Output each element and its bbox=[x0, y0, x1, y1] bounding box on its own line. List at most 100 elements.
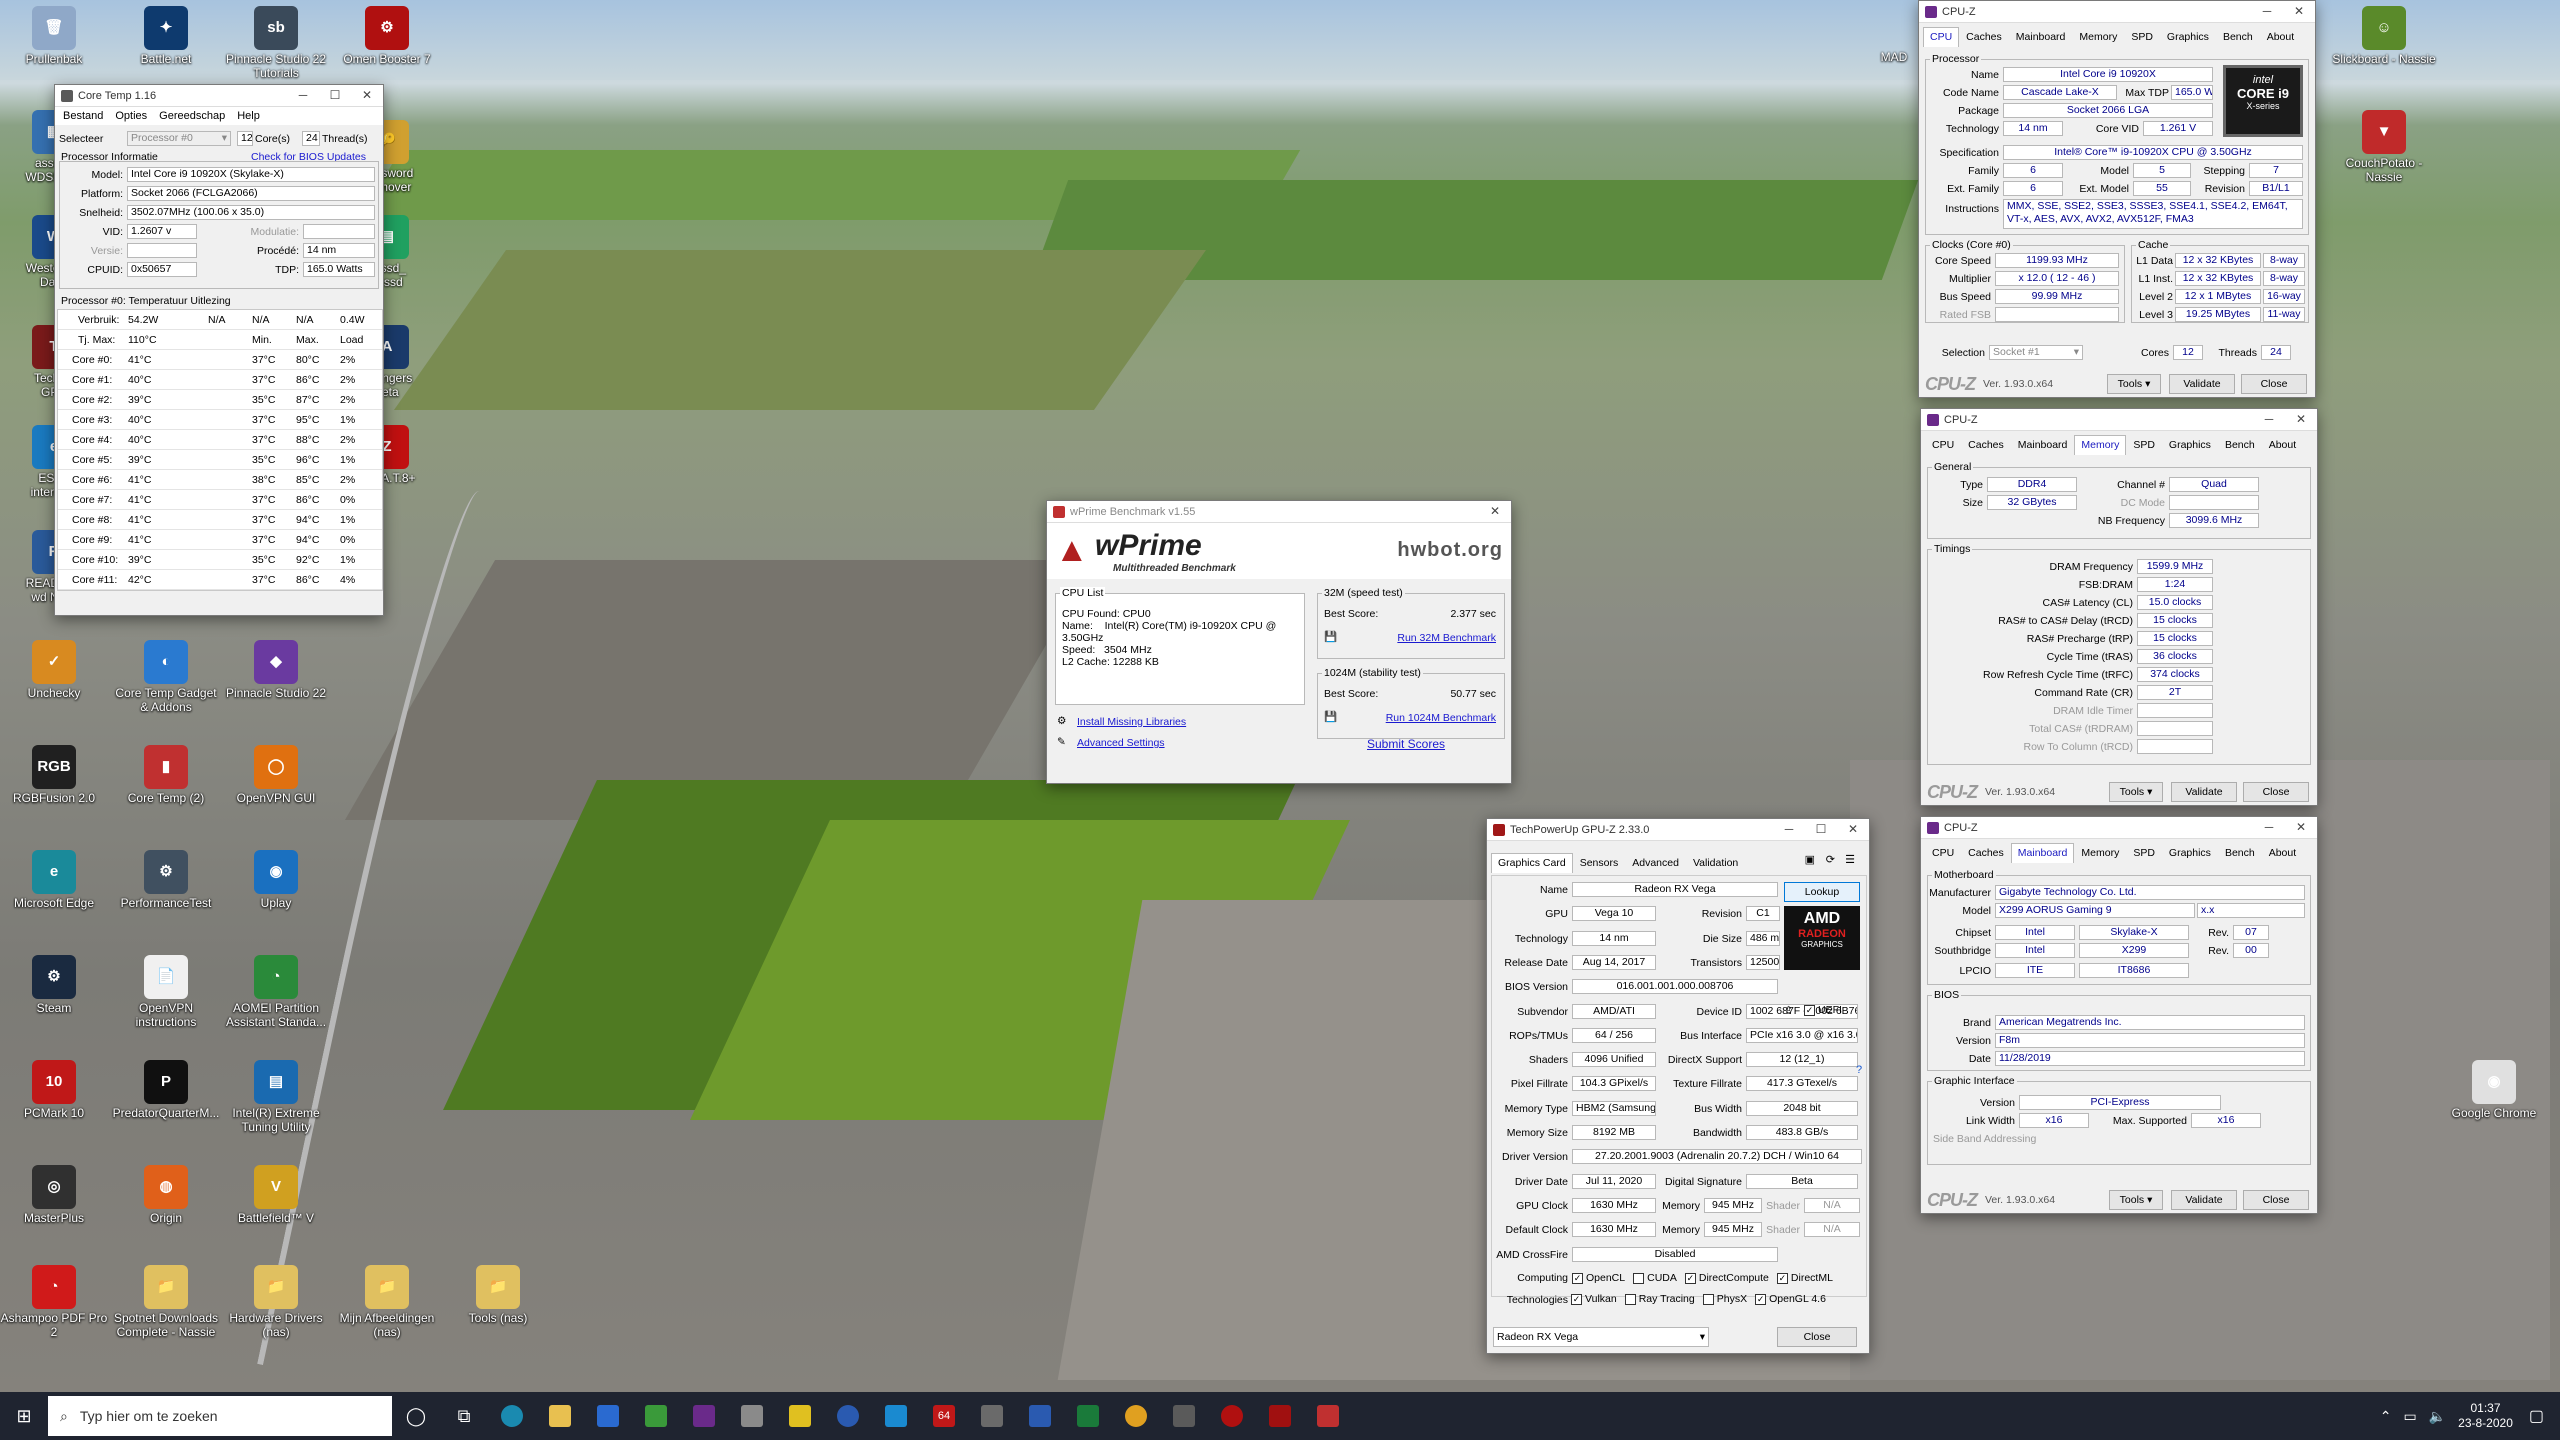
taskbar-search[interactable]: ⌕ Typ hier om te zoeken bbox=[48, 1396, 392, 1436]
desktop-icon-uplay[interactable]: ◉ Uplay bbox=[222, 850, 330, 910]
processor-select[interactable]: Processor #0 ▾ bbox=[127, 131, 231, 146]
taskbar-app-explorer[interactable] bbox=[536, 1392, 584, 1440]
validate-button[interactable]: Validate bbox=[2171, 1190, 2237, 1210]
tab-cpu[interactable]: CPU bbox=[1925, 843, 1961, 863]
cpuz-titlebar[interactable]: CPU-Z ─ ✕ bbox=[1919, 1, 2315, 23]
desktop-icon-pinnacle-studio-22[interactable]: ◆ Pinnacle Studio 22 bbox=[222, 640, 330, 700]
desktop-icon-openvpn-instructions[interactable]: 📄 OpenVPN instructions bbox=[112, 955, 220, 1029]
tab-caches[interactable]: Caches bbox=[1959, 27, 2009, 47]
tab-about[interactable]: About bbox=[2260, 27, 2301, 47]
tab-validation[interactable]: Validation bbox=[1686, 853, 1745, 873]
desktop-icon-mijn-afbeeldingen-nas[interactable]: 📁 Mijn Afbeeldingen (nas) bbox=[333, 1265, 441, 1339]
network-icon[interactable]: ▭ bbox=[2403, 1408, 2416, 1425]
gpu-select[interactable]: Radeon RX Vega ▾ bbox=[1493, 1327, 1709, 1347]
task-view-icon[interactable]: ⧉ bbox=[440, 1392, 488, 1440]
run-32m-link[interactable]: Run 32M Benchmark bbox=[1397, 632, 1496, 644]
close-icon[interactable]: ✕ bbox=[351, 85, 383, 106]
menu-opties[interactable]: Opties bbox=[115, 110, 147, 122]
wprime-window[interactable]: wPrime Benchmark v1.55 ✕ ▲ wPrime Multit… bbox=[1046, 500, 1512, 784]
tab-cpu[interactable]: CPU bbox=[1925, 435, 1961, 455]
close-icon[interactable]: ✕ bbox=[1479, 501, 1511, 522]
minimize-icon[interactable]: ─ bbox=[2251, 1, 2283, 22]
maximize-icon[interactable]: ☐ bbox=[1805, 819, 1837, 840]
close-button[interactable]: Close bbox=[2243, 782, 2309, 802]
desktop-icon-tools-nas[interactable]: 📁 Tools (nas) bbox=[444, 1265, 552, 1325]
tab-about[interactable]: About bbox=[2262, 435, 2303, 455]
lookup-button[interactable]: Lookup bbox=[1784, 882, 1860, 902]
checkbox-ray-tracing[interactable]: Ray Tracing bbox=[1624, 1293, 1695, 1305]
taskbar-app-4[interactable] bbox=[824, 1392, 872, 1440]
tab-graphics-card[interactable]: Graphics Card bbox=[1491, 853, 1573, 873]
desktop-icon-intel-r-extreme-tuning-utility[interactable]: ▤ Intel(R) Extreme Tuning Utility bbox=[222, 1060, 330, 1134]
menu-gereedschap[interactable]: Gereedschap bbox=[159, 110, 225, 122]
desktop-icon-spotnet-downloads-complete-nassie[interactable]: 📁 Spotnet Downloads Complete - Nassie bbox=[112, 1265, 220, 1339]
close-button[interactable]: Close bbox=[1777, 1327, 1857, 1347]
coretemp-titlebar[interactable]: Core Temp 1.16 ─ ☐ ✕ bbox=[55, 85, 383, 107]
tab-spd[interactable]: SPD bbox=[2124, 27, 2160, 47]
validate-button[interactable]: Validate bbox=[2171, 782, 2237, 802]
socket-select[interactable]: Socket #1 ▾ bbox=[1989, 345, 2083, 360]
tab-spd[interactable]: SPD bbox=[2126, 435, 2162, 455]
menu-help[interactable]: Help bbox=[237, 110, 260, 122]
tab-bench[interactable]: Bench bbox=[2218, 435, 2262, 455]
advanced-settings-link[interactable]: Advanced Settings bbox=[1077, 737, 1165, 749]
clock[interactable]: 01:37 23-8-2020 bbox=[2458, 1401, 2513, 1431]
desktop-icon-battle-net[interactable]: ✦ Battle.net bbox=[112, 6, 220, 66]
tab-memory[interactable]: Memory bbox=[2072, 27, 2124, 47]
desktop-icon-masterplus[interactable]: ◎ MasterPlus bbox=[0, 1165, 108, 1225]
close-icon[interactable]: ✕ bbox=[1837, 819, 1869, 840]
desktop-icon-rgbfusion-2-0[interactable]: RGB RGBFusion 2.0 bbox=[0, 745, 108, 805]
tab-graphics[interactable]: Graphics bbox=[2162, 843, 2218, 863]
notifications-icon[interactable]: ▢ bbox=[2529, 1406, 2544, 1426]
taskbar-app-edge[interactable] bbox=[488, 1392, 536, 1440]
checkbox-physx[interactable]: PhysX bbox=[1702, 1293, 1747, 1305]
tab-mainboard[interactable]: Mainboard bbox=[2011, 435, 2075, 455]
desktop-icon-google-chrome[interactable]: ◉ Google Chrome bbox=[2440, 1060, 2548, 1120]
close-button[interactable]: Close bbox=[2241, 374, 2307, 394]
desktop-icon-prullenbak[interactable]: 🗑 Prullenbak bbox=[0, 6, 108, 66]
tab-mainboard[interactable]: Mainboard bbox=[2009, 27, 2073, 47]
tray-chevron-icon[interactable]: ⌃ bbox=[2380, 1408, 2392, 1425]
maximize-icon[interactable]: ☐ bbox=[319, 85, 351, 106]
tab-memory[interactable]: Memory bbox=[2074, 843, 2126, 863]
minimize-icon[interactable]: ─ bbox=[287, 85, 319, 106]
close-button[interactable]: Close bbox=[2243, 1190, 2309, 1210]
volume-icon[interactable]: 🔈 bbox=[2429, 1408, 2446, 1425]
taskbar-app-6[interactable] bbox=[968, 1392, 1016, 1440]
taskbar-app-store[interactable] bbox=[584, 1392, 632, 1440]
validate-button[interactable]: Validate bbox=[2169, 374, 2235, 394]
tab-sensors[interactable]: Sensors bbox=[1573, 853, 1626, 873]
tab-bench[interactable]: Bench bbox=[2218, 843, 2262, 863]
coretemp-window[interactable]: Core Temp 1.16 ─ ☐ ✕ Bestand Opties Gereed… bbox=[54, 84, 384, 616]
cortana-icon[interactable]: ◯ bbox=[392, 1392, 440, 1440]
desktop-icon-battlefield-v[interactable]: V Battlefield™ V bbox=[222, 1165, 330, 1225]
checkbox-opengl-4-6[interactable]: ✓ OpenGL 4.6 bbox=[1755, 1293, 1826, 1305]
wprime-titlebar[interactable]: wPrime Benchmark v1.55 ✕ bbox=[1047, 501, 1511, 523]
taskbar-app-word[interactable] bbox=[1016, 1392, 1064, 1440]
tools-button[interactable]: Tools ▾ bbox=[2109, 782, 2163, 802]
tab-spd[interactable]: SPD bbox=[2126, 843, 2162, 863]
tab-mainboard[interactable]: Mainboard bbox=[2010, 843, 2075, 863]
desktop-icon-unchecky[interactable]: ✓ Unchecky bbox=[0, 640, 108, 700]
cpuz-mainboard-window[interactable]: CPU-Z ─ ✕ CPU Caches Mainboard Memory SPD… bbox=[1920, 816, 2318, 1214]
tab-graphics[interactable]: Graphics bbox=[2160, 27, 2216, 47]
taskbar-app-2[interactable] bbox=[728, 1392, 776, 1440]
cpuz-memory-window[interactable]: CPU-Z ─ ✕ CPU Caches Mainboard Memory SPD… bbox=[1920, 408, 2318, 806]
minimize-icon[interactable]: ─ bbox=[2253, 817, 2285, 838]
desktop-icon-origin[interactable]: ◍ Origin bbox=[112, 1165, 220, 1225]
cpuz-titlebar[interactable]: CPU-Z ─ ✕ bbox=[1921, 817, 2317, 839]
taskbar-app-omen[interactable] bbox=[1208, 1392, 1256, 1440]
minimize-icon[interactable]: ─ bbox=[2253, 409, 2285, 430]
taskbar-app-wprime[interactable] bbox=[1304, 1392, 1352, 1440]
uefi-checkbox[interactable]: ✓ UEFI bbox=[1804, 1004, 1842, 1016]
desktop-icon-steam[interactable]: ⚙ Steam bbox=[0, 955, 108, 1015]
desktop-icon-slickboard-nassie[interactable]: ☺ Slickboard - Nassie bbox=[2330, 6, 2438, 66]
desktop-icon-omen-booster-7[interactable]: ⚙ Omen Booster 7 bbox=[333, 6, 441, 66]
menu-bestand[interactable]: Bestand bbox=[63, 110, 103, 122]
taskbar-app-1[interactable] bbox=[632, 1392, 680, 1440]
taskbar-app-coretemp[interactable] bbox=[1160, 1392, 1208, 1440]
taskbar-app-excel[interactable] bbox=[1064, 1392, 1112, 1440]
desktop-icon-pinnacle-studio-22-tutorials[interactable]: sb Pinnacle Studio 22 Tutorials bbox=[222, 6, 330, 80]
taskbar-app-3[interactable] bbox=[776, 1392, 824, 1440]
tab-caches[interactable]: Caches bbox=[1961, 435, 2011, 455]
